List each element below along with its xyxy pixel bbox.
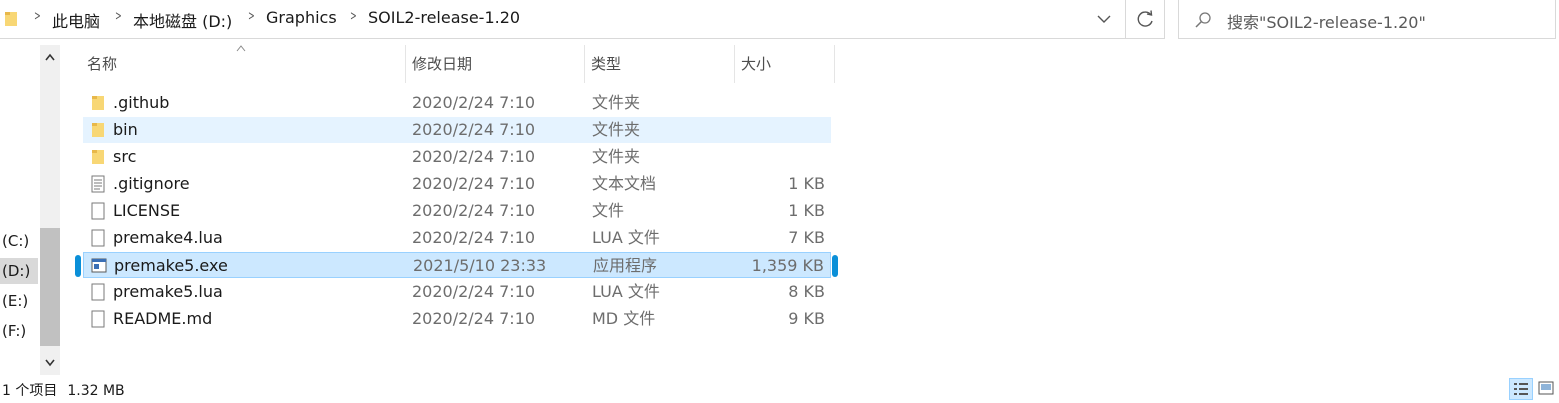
address-bar[interactable]: > 此电脑 > 本地磁盘 (D:) > Graphics > SOIL2-rel…	[0, 0, 1165, 39]
file-date: 2020/2/24 7:10	[412, 147, 536, 166]
breadcrumb-soil2[interactable]: SOIL2-release-1.20	[368, 8, 520, 27]
file-type: 文件夹	[592, 120, 641, 139]
file-name: .gitignore	[113, 174, 190, 193]
file-icon	[91, 202, 105, 220]
file-name: bin	[113, 120, 138, 139]
details-view-icon	[1514, 383, 1528, 395]
nav-drive-d[interactable]: (D:)	[0, 258, 38, 284]
nav-drive-e[interactable]: (E:)	[0, 288, 38, 314]
file-row-src[interactable]: src 2020/2/24 7:10 文件夹	[83, 144, 831, 170]
application-icon	[91, 258, 107, 273]
file-date: 2020/2/24 7:10	[412, 174, 536, 193]
search-icon	[1195, 12, 1211, 28]
chevron-right-icon[interactable]: >	[115, 9, 122, 24]
file-size: 1 KB	[788, 201, 825, 220]
file-date: 2020/2/24 7:10	[412, 120, 536, 139]
file-icon	[91, 283, 105, 301]
address-dropdown-button[interactable]	[1086, 0, 1124, 39]
sort-ascending-icon	[236, 45, 246, 52]
folder-icon	[5, 12, 17, 26]
file-row-github[interactable]: .github 2020/2/24 7:10 文件夹	[83, 90, 831, 116]
file-date: 2020/2/24 7:10	[412, 228, 536, 247]
column-header-type[interactable]: 类型	[585, 45, 735, 83]
chevron-down-icon	[1097, 15, 1111, 23]
chevron-down-icon	[45, 359, 55, 367]
file-size: 1 KB	[788, 174, 825, 193]
text-file-icon	[91, 175, 105, 193]
scroll-down-button[interactable]	[40, 351, 60, 375]
file-row-premake5-lua[interactable]: premake5.lua 2020/2/24 7:10 LUA 文件 8 KB	[83, 279, 831, 305]
file-type: 文件夹	[592, 93, 641, 112]
file-date: 2020/2/24 7:10	[412, 201, 536, 220]
folder-icon	[92, 123, 104, 137]
selection-marker-right	[832, 255, 838, 277]
file-size: 8 KB	[788, 282, 825, 301]
scroll-up-button[interactable]	[40, 45, 60, 69]
search-box[interactable]: 搜索"SOIL2-release-1.20"	[1178, 0, 1556, 39]
selection-size: 1.32 MB	[67, 383, 125, 399]
file-row-bin[interactable]: bin 2020/2/24 7:10 文件夹	[83, 117, 831, 143]
file-row-readme[interactable]: README.md 2020/2/24 7:10 MD 文件 9 KB	[83, 306, 831, 332]
chevron-up-icon	[45, 53, 55, 61]
nav-drive-c[interactable]: (C:)	[0, 228, 38, 254]
folder-icon	[92, 150, 104, 164]
column-header-size[interactable]: 大小	[735, 45, 835, 83]
details-view-button[interactable]	[1509, 378, 1533, 400]
file-type: MD 文件	[592, 309, 656, 328]
selection-marker-left	[75, 255, 81, 277]
file-icon	[91, 229, 105, 247]
file-size: 7 KB	[788, 228, 825, 247]
file-size: 1,359 KB	[751, 256, 824, 275]
file-row-license[interactable]: LICENSE 2020/2/24 7:10 文件 1 KB	[83, 198, 831, 224]
folder-icon	[92, 96, 104, 110]
file-name: LICENSE	[113, 201, 181, 220]
column-header-size-label: 大小	[741, 55, 772, 73]
refresh-icon	[1137, 10, 1153, 27]
file-name: src	[113, 147, 137, 166]
file-type: 文件夹	[592, 147, 641, 166]
chevron-right-icon[interactable]: >	[248, 9, 255, 24]
column-header-date-label: 修改日期	[412, 55, 473, 73]
status-bar: 1 个项目 1.32 MB	[2, 380, 125, 400]
column-header-name-label: 名称	[87, 55, 118, 73]
file-icon	[91, 310, 105, 328]
breadcrumb-drive-d[interactable]: 本地磁盘 (D:)	[133, 8, 232, 32]
file-date: 2020/2/24 7:10	[412, 282, 536, 301]
file-name: premake4.lua	[113, 228, 223, 247]
nav-scrollbar[interactable]	[40, 45, 60, 375]
file-name: README.md	[113, 309, 213, 328]
file-date: 2020/2/24 7:10	[412, 309, 536, 328]
breadcrumb-this-pc[interactable]: 此电脑	[52, 8, 100, 32]
file-row-gitignore[interactable]: .gitignore 2020/2/24 7:10 文本文档 1 KB	[83, 171, 831, 197]
file-type: 文件	[592, 201, 625, 220]
chevron-right-icon[interactable]: >	[34, 9, 41, 24]
file-row-premake4-lua[interactable]: premake4.lua 2020/2/24 7:10 LUA 文件 7 KB	[83, 225, 831, 251]
file-name: .github	[113, 93, 170, 112]
file-size: 9 KB	[788, 309, 825, 328]
file-row-premake5-exe[interactable]: premake5.exe 2021/5/10 23:33 应用程序 1,359 …	[83, 252, 831, 278]
file-type: 应用程序	[593, 256, 658, 275]
item-count: 1 个项目	[2, 383, 58, 399]
file-type: LUA 文件	[592, 228, 660, 247]
breadcrumb-graphics[interactable]: Graphics	[266, 8, 337, 27]
large-icons-view-button[interactable]	[1535, 378, 1559, 400]
file-explorer-window: > 此电脑 > 本地磁盘 (D:) > Graphics > SOIL2-rel…	[0, 0, 1559, 403]
file-date: 2020/2/24 7:10	[412, 93, 536, 112]
file-date: 2021/5/10 23:33	[413, 256, 547, 275]
file-type: LUA 文件	[592, 282, 660, 301]
large-icons-view-icon	[1538, 381, 1554, 395]
column-header-type-label: 类型	[591, 55, 622, 73]
search-input[interactable]: 搜索"SOIL2-release-1.20"	[1227, 9, 1426, 33]
file-type: 文本文档	[592, 174, 657, 193]
refresh-button[interactable]	[1125, 0, 1164, 39]
file-name: premake5.exe	[114, 256, 228, 275]
navigation-pane: (C:) (D:) (E:) (F:)	[0, 45, 60, 375]
nav-drive-f[interactable]: (F:)	[0, 318, 38, 344]
chevron-right-icon[interactable]: >	[350, 9, 357, 24]
file-name: premake5.lua	[113, 282, 223, 301]
scrollbar-thumb[interactable]	[40, 228, 60, 346]
column-header-date[interactable]: 修改日期	[406, 45, 585, 83]
